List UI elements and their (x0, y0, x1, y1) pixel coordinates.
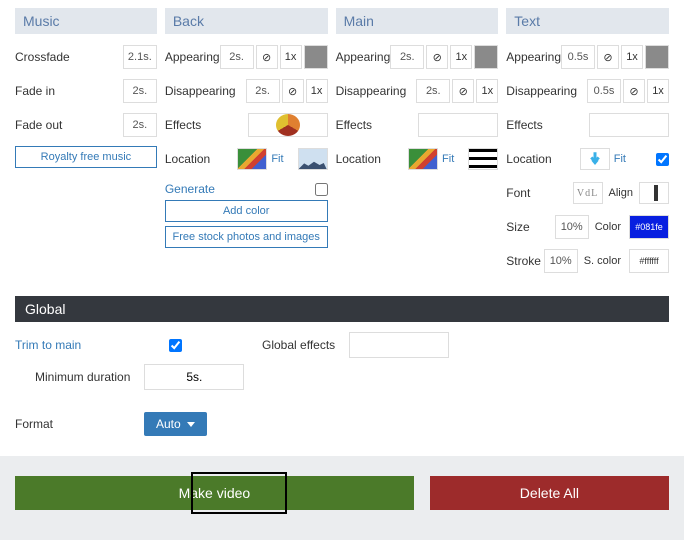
swirl-icon (276, 114, 300, 136)
denied-icon[interactable]: ⊘ (623, 79, 645, 103)
sky-thumb-icon[interactable] (298, 148, 328, 170)
crossfade-input[interactable] (123, 45, 157, 69)
main-appearing-mult[interactable]: 1x (450, 45, 472, 69)
make-video-button[interactable]: Make video (15, 476, 414, 510)
denied-icon[interactable]: ⊘ (256, 45, 278, 69)
main-appearing-color[interactable] (474, 45, 498, 69)
text-header: Text (506, 8, 669, 34)
highlight-box (191, 472, 287, 514)
text-appearing-label: Appearing (506, 50, 561, 64)
format-dropdown[interactable]: Auto (144, 412, 207, 436)
main-effects-label: Effects (336, 118, 419, 132)
parrot-thumb-icon[interactable] (408, 148, 438, 170)
generate-label: Generate (165, 182, 315, 196)
main-disappearing-label: Disappearing (336, 84, 417, 98)
fadein-label: Fade in (15, 84, 123, 98)
main-appearing-input[interactable] (390, 45, 424, 69)
back-effects-label: Effects (165, 118, 248, 132)
text-appearing-mult[interactable]: 1x (621, 45, 643, 69)
text-location-label: Location (506, 152, 579, 166)
main-disappearing-mult[interactable]: 1x (476, 79, 498, 103)
format-label: Format (15, 417, 130, 431)
back-appearing-label: Appearing (165, 50, 220, 64)
size-label: Size (506, 220, 554, 234)
text-disappearing-mult[interactable]: 1x (647, 79, 669, 103)
minduration-label: Minimum duration (35, 370, 130, 384)
free-stock-button[interactable]: Free stock photos and images (165, 226, 328, 248)
back-header: Back (165, 8, 328, 34)
denied-icon[interactable]: ⊘ (452, 79, 474, 103)
text-disappearing-label: Disappearing (506, 84, 587, 98)
text-effects-label: Effects (506, 118, 589, 132)
main-disappearing-input[interactable] (416, 79, 450, 103)
back-fit-label[interactable]: Fit (271, 153, 283, 165)
back-effects-input[interactable] (248, 113, 328, 137)
music-section: Music Crossfade Fade in Fade out Royalty… (15, 8, 157, 278)
text-effects-input[interactable] (589, 113, 669, 137)
globaleffects-input[interactable] (349, 332, 449, 358)
align-thumb-icon[interactable] (639, 182, 669, 204)
text-location-checkbox[interactable] (656, 153, 669, 166)
fadeout-label: Fade out (15, 118, 123, 132)
fadein-input[interactable] (123, 79, 157, 103)
denied-icon[interactable]: ⊘ (597, 45, 619, 69)
back-appearing-input[interactable] (220, 45, 254, 69)
trim-checkbox[interactable] (169, 339, 182, 352)
back-appearing-mult[interactable]: 1x (280, 45, 302, 69)
back-disappearing-input[interactable] (246, 79, 280, 103)
stroke-input[interactable] (544, 249, 578, 273)
size-input[interactable] (555, 215, 589, 239)
add-color-button[interactable]: Add color (165, 200, 328, 222)
main-fit-label[interactable]: Fit (442, 153, 454, 165)
text-fit-label[interactable]: Fit (614, 153, 626, 165)
scolor-label: S. color (584, 255, 621, 267)
crossfade-label: Crossfade (15, 50, 123, 64)
back-disappearing-label: Disappearing (165, 84, 246, 98)
music-header: Music (15, 8, 157, 34)
parrot-thumb-icon[interactable] (237, 148, 267, 170)
align-label: Align (609, 187, 633, 199)
text-disappearing-input[interactable] (587, 79, 621, 103)
action-bar: Make video Delete All (0, 456, 684, 540)
denied-icon[interactable]: ⊘ (426, 45, 448, 69)
scolor-swatch[interactable]: #ffffff (629, 249, 669, 273)
main-section: Main Appearing ⊘ 1x Disappearing ⊘ 1x Ef… (336, 8, 499, 278)
global-body: Trim to main Global effects Minimum dura… (0, 322, 684, 446)
back-section: Back Appearing ⊘ 1x Disappearing ⊘ 1x Ef… (165, 8, 328, 278)
color-label: Color (595, 221, 621, 233)
text-appearing-input[interactable] (561, 45, 595, 69)
main-appearing-label: Appearing (336, 50, 391, 64)
main-effects-input[interactable] (418, 113, 498, 137)
stripes-thumb-icon[interactable] (468, 148, 498, 170)
back-appearing-color[interactable] (304, 45, 328, 69)
main-header: Main (336, 8, 499, 34)
text-section: Text Appearing ⊘ 1x Disappearing ⊘ 1x Ef… (506, 8, 669, 278)
fadeout-input[interactable] (123, 113, 157, 137)
minduration-input[interactable] (144, 364, 244, 390)
global-header: Global (15, 296, 669, 322)
back-disappearing-mult[interactable]: 1x (306, 79, 328, 103)
font-label: Font (506, 186, 572, 200)
royalty-free-music-button[interactable]: Royalty free music (15, 146, 157, 168)
globaleffects-label: Global effects (262, 338, 335, 352)
delete-all-button[interactable]: Delete All (430, 476, 669, 510)
stroke-label: Stroke (506, 254, 543, 268)
trim-label: Trim to main (15, 338, 81, 352)
down-arrow-icon[interactable] (580, 148, 610, 170)
back-location-label: Location (165, 152, 237, 166)
denied-icon[interactable]: ⊘ (282, 79, 304, 103)
font-sample-icon[interactable]: VdL (573, 182, 603, 204)
main-location-label: Location (336, 152, 408, 166)
generate-checkbox[interactable] (315, 183, 328, 196)
color-swatch[interactable]: #081fe (629, 215, 669, 239)
text-appearing-color[interactable] (645, 45, 669, 69)
